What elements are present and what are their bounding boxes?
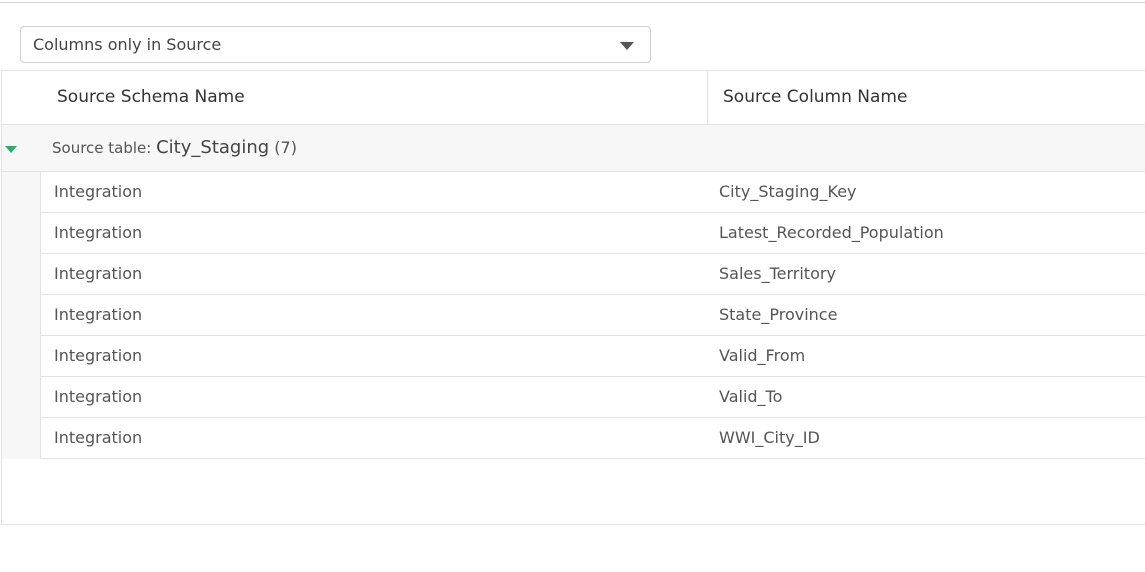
schema-cell: Integration (54, 264, 143, 283)
group-row-source-table[interactable]: Source table: City_Staging (7) (2, 125, 1145, 172)
schema-cell: Integration (54, 387, 143, 406)
header-source-column-name[interactable]: Source Column Name (707, 71, 1145, 124)
header-source-schema-name[interactable]: Source Schema Name (57, 71, 707, 124)
table-row[interactable]: Integration Latest_Recorded_Population (41, 213, 1145, 254)
group-row-count: (7) (274, 138, 297, 157)
group-table-name: City_Staging (156, 137, 270, 158)
table-row[interactable]: Integration Valid_From (41, 336, 1145, 377)
columns-grid: Source Schema Name Source Column Name So… (1, 70, 1145, 525)
column-cell: State_Province (719, 305, 838, 324)
schema-cell: Integration (54, 428, 143, 447)
column-cell: Valid_From (719, 346, 806, 365)
column-cell: Latest_Recorded_Population (719, 223, 944, 242)
top-divider (0, 2, 1145, 3)
table-rows: Integration City_Staging_Key Integration… (41, 172, 1145, 459)
group-label: Source table: City_Staging (7) (52, 125, 297, 171)
column-cell: City_Staging_Key (719, 182, 857, 201)
table-row[interactable]: Integration WWI_City_ID (41, 418, 1145, 459)
schema-cell: Integration (54, 305, 143, 324)
column-cell: Valid_To (719, 387, 783, 406)
schema-cell: Integration (54, 182, 143, 201)
schema-cell: Integration (54, 223, 143, 242)
table-row[interactable]: Integration Sales_Territory (41, 254, 1145, 295)
caret-down-icon[interactable] (620, 42, 634, 50)
column-cell: Sales_Territory (719, 264, 836, 283)
table-row[interactable]: Integration Valid_To (41, 377, 1145, 418)
group-indent-gutter (2, 172, 41, 459)
dropdown-selected-value: Columns only in Source (33, 35, 222, 54)
grid-header: Source Schema Name Source Column Name (2, 71, 1145, 125)
column-cell: WWI_City_ID (719, 428, 820, 447)
schema-cell: Integration (54, 346, 143, 365)
table-row[interactable]: Integration City_Staging_Key (41, 172, 1145, 213)
comparison-filter-dropdown[interactable]: Columns only in Source (20, 26, 651, 63)
expand-caret-icon[interactable] (5, 146, 17, 153)
table-row[interactable]: Integration State_Province (41, 295, 1145, 336)
group-prefix: Source table: (52, 139, 157, 157)
